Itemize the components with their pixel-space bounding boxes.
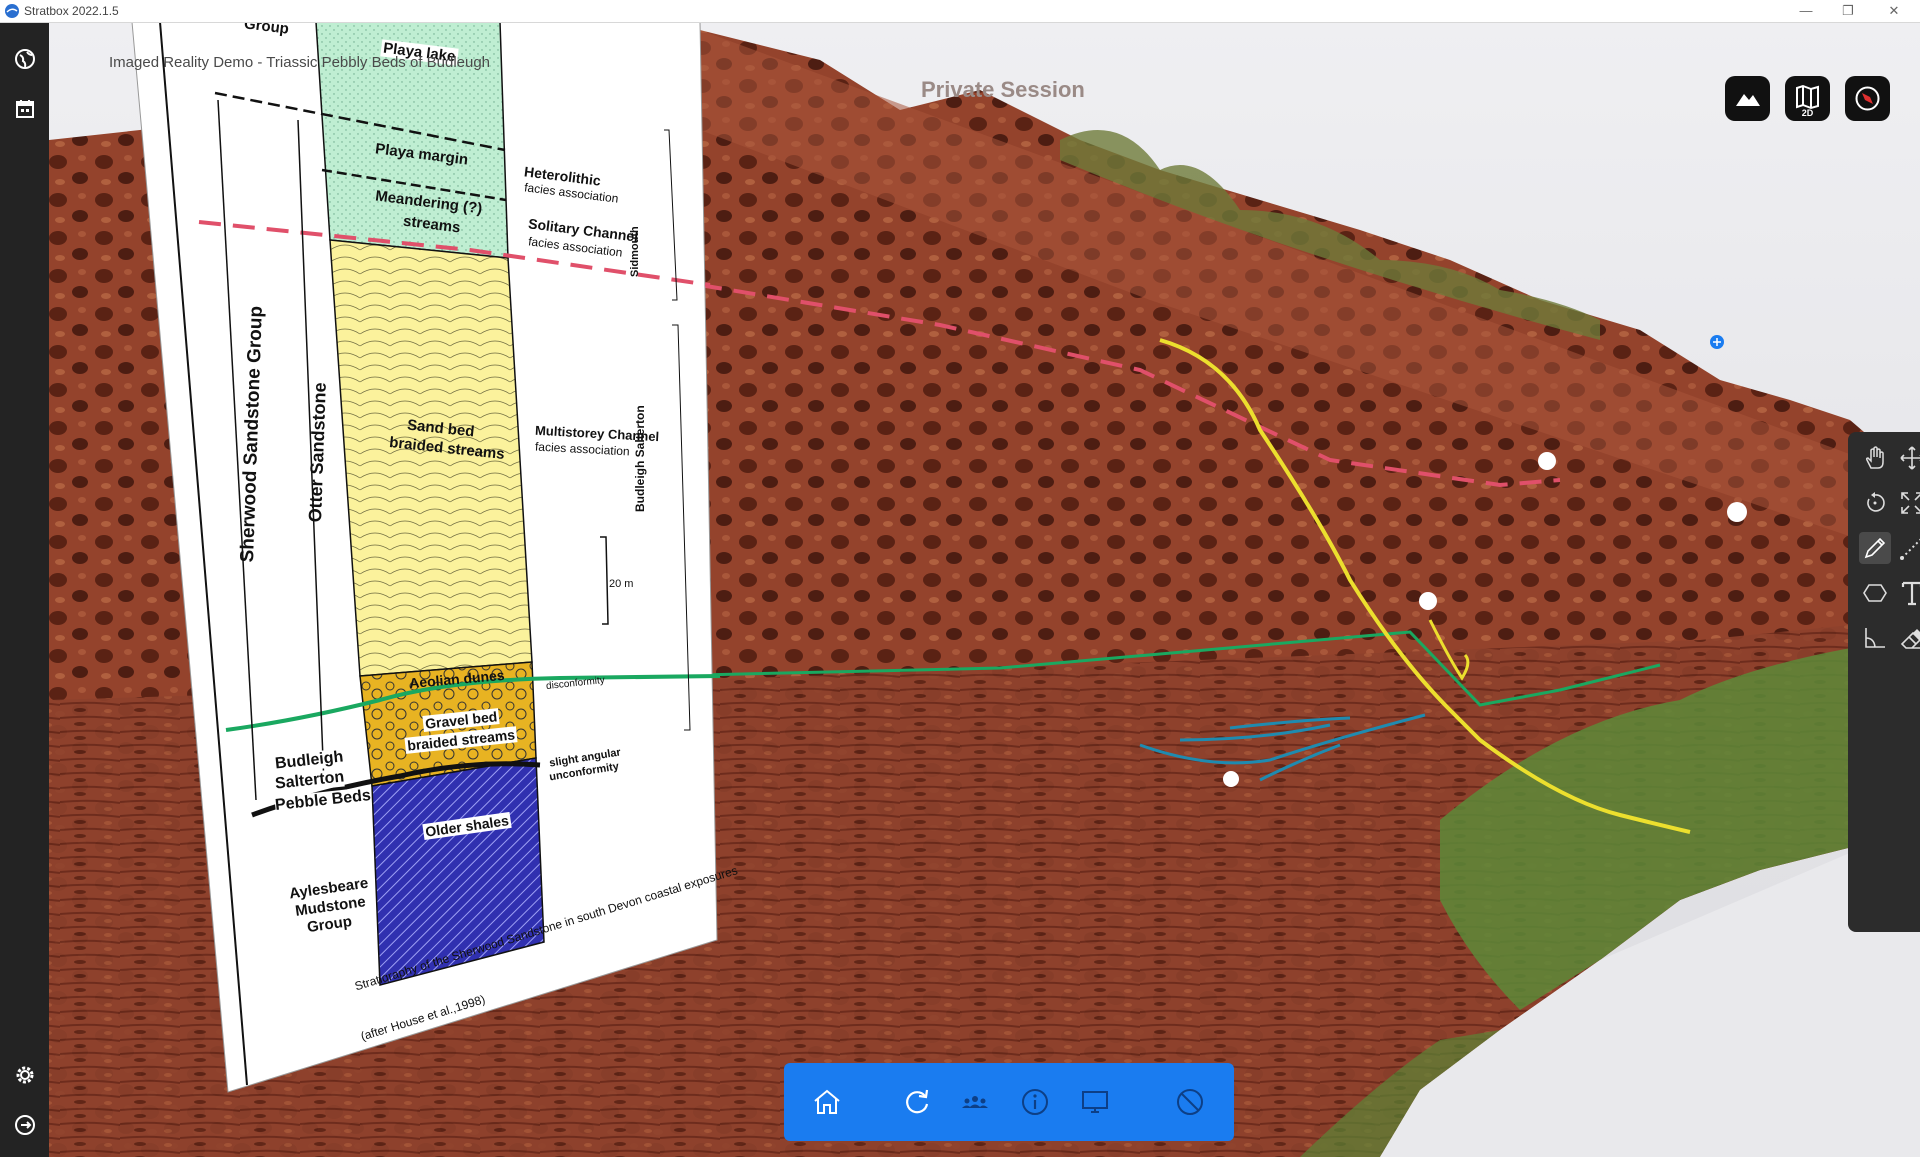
monitor-button[interactable] xyxy=(1075,1082,1115,1122)
text-tool[interactable] xyxy=(1896,577,1920,609)
map-2d-badge: 2D xyxy=(1801,108,1814,118)
eraser-tool[interactable] xyxy=(1896,622,1920,654)
compass-button[interactable] xyxy=(1845,76,1890,121)
home-icon xyxy=(814,1089,840,1114)
restore-button[interactable]: ❐ xyxy=(1828,1,1868,21)
marker-point[interactable] xyxy=(1538,452,1556,470)
refresh-icon xyxy=(906,1089,929,1114)
app-logo-icon xyxy=(5,4,19,18)
logout-button[interactable] xyxy=(12,1112,38,1138)
block-button[interactable] xyxy=(1170,1082,1210,1122)
map-2d-button[interactable]: 2D xyxy=(1785,76,1830,121)
marker-point[interactable] xyxy=(1727,502,1747,522)
logout-icon xyxy=(15,1115,35,1135)
group-button[interactable] xyxy=(955,1082,995,1122)
info-icon xyxy=(1022,1089,1048,1115)
monitor-icon xyxy=(1082,1091,1108,1113)
bottom-action-bar xyxy=(784,1063,1234,1141)
calendar-icon xyxy=(16,100,34,118)
compass-icon xyxy=(1855,86,1880,111)
pencil-icon xyxy=(1864,537,1886,559)
eraser-icon xyxy=(1900,629,1920,649)
dotted-line-icon xyxy=(1900,538,1920,560)
home-button[interactable] xyxy=(807,1082,847,1122)
globe-icon xyxy=(15,49,35,69)
minimize-button[interactable]: — xyxy=(1786,1,1826,21)
group-icon xyxy=(962,1096,988,1108)
text-icon xyxy=(1901,581,1920,606)
expand-icon xyxy=(1901,492,1920,514)
pan-hand-tool[interactable] xyxy=(1859,442,1891,474)
marker-point[interactable] xyxy=(1419,592,1437,610)
settings-icon xyxy=(16,1066,34,1084)
settings-button[interactable] xyxy=(12,1062,38,1088)
title-bar: Stratbox 2022.1.5 — ❐ ✕ xyxy=(0,0,1920,23)
calendar-button[interactable] xyxy=(12,96,38,122)
rotate-tool[interactable] xyxy=(1859,487,1891,519)
model-title: Imaged Reality Demo - Triassic Pebbly Be… xyxy=(109,54,491,71)
refresh-button[interactable] xyxy=(897,1082,937,1122)
app-title: Stratbox 2022.1.5 xyxy=(24,4,119,18)
pencil-tool[interactable] xyxy=(1859,532,1891,564)
marker-point[interactable] xyxy=(1223,771,1239,787)
angle-tool[interactable] xyxy=(1859,622,1891,654)
angle-icon xyxy=(1865,628,1885,648)
globe-button[interactable] xyxy=(12,46,38,72)
drawing-toolbox xyxy=(1848,432,1920,932)
block-icon xyxy=(1177,1089,1203,1115)
rotate-icon xyxy=(1867,492,1885,512)
terrain-view-button[interactable] xyxy=(1725,76,1770,121)
session-label: Private Session xyxy=(921,77,1085,102)
polygon-tool[interactable] xyxy=(1859,577,1891,609)
terrain-icon xyxy=(1736,94,1760,106)
stratigraphy-log-panel[interactable] xyxy=(131,22,721,1093)
3d-viewport[interactable]: Group Playa lake Playa margin Meandering… xyxy=(49,22,1920,1157)
left-sidebar xyxy=(0,22,49,1157)
hand-icon xyxy=(1865,446,1884,469)
info-button[interactable] xyxy=(1015,1082,1055,1122)
move-tool[interactable] xyxy=(1896,442,1920,474)
fullscreen-tool[interactable] xyxy=(1896,487,1920,519)
measure-line-tool[interactable] xyxy=(1896,532,1920,564)
hexagon-icon xyxy=(1863,584,1887,602)
close-button[interactable]: ✕ xyxy=(1874,1,1914,21)
cliff-scene[interactable] xyxy=(49,22,1920,1157)
move-arrows-icon xyxy=(1900,446,1920,470)
